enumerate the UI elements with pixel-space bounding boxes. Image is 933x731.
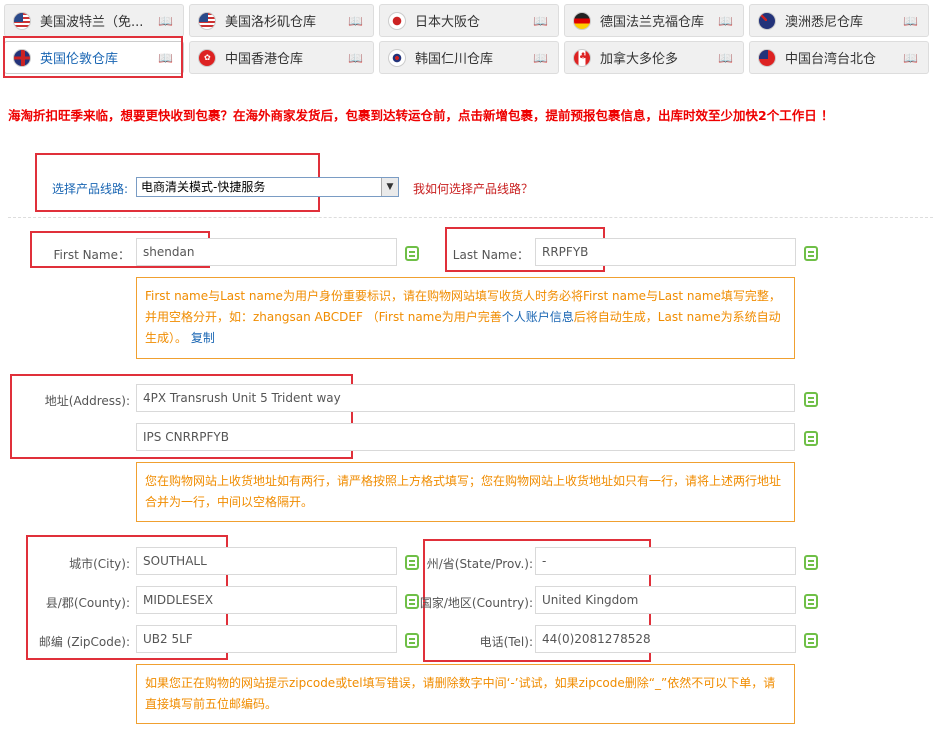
tab-us-portland[interactable]: 美国波特兰（免... 📖 — [4, 4, 184, 37]
state-field[interactable]: - — [535, 547, 796, 575]
tab-ca-toronto[interactable]: ♣ 加拿大多伦多 📖 — [564, 41, 744, 74]
tab-jp-osaka[interactable]: 日本大阪仓 📖 — [379, 4, 559, 37]
address-line1-field[interactable]: 4PX Transrush Unit 5 Trident way — [136, 384, 795, 412]
book-icon[interactable]: 📖 — [718, 51, 733, 65]
zip-tip: 如果您正在购物的网站提示zipcode或tel填写错误，请删除数字中间‘-’试试… — [136, 664, 795, 724]
first-name-label: First Name： — [53, 248, 130, 262]
route-label: 选择产品线路: — [52, 182, 129, 196]
zip-field[interactable]: UB2 5LF — [136, 625, 397, 653]
copy-icon[interactable] — [405, 246, 419, 261]
city-field[interactable]: SOUTHALL — [136, 547, 397, 575]
tab-label: 韩国仁川仓库 — [415, 52, 494, 67]
book-icon[interactable]: 📖 — [903, 51, 918, 65]
de-flag-icon — [573, 11, 591, 30]
address-tip: 您在购物网站上收货地址如有两行，请严格按照上方格式填写；您在购物网站上收货地址如… — [136, 462, 795, 522]
ca-flag-icon: ♣ — [573, 48, 591, 67]
tab-label: 中国台湾台北仓 — [785, 52, 877, 67]
tel-label: 电话(Tel): — [479, 635, 533, 649]
au-flag-icon — [758, 11, 776, 30]
tab-tw-taipei[interactable]: 中国台湾台北仓 📖 — [749, 41, 929, 74]
copy-icon[interactable] — [804, 431, 818, 446]
tab-hk[interactable]: ✿ 中国香港仓库 📖 — [189, 41, 374, 74]
book-icon[interactable]: 📖 — [903, 14, 918, 28]
address-line2-field[interactable]: IPS CNRRPFYB — [136, 423, 795, 451]
tab-us-los-angeles[interactable]: 美国洛杉矶仓库 📖 — [189, 4, 374, 37]
country-label: 国家/地区(Country): — [419, 596, 533, 610]
book-icon[interactable]: 📖 — [718, 14, 733, 28]
last-name-field[interactable]: RRPFYB — [535, 238, 796, 266]
book-icon[interactable]: 📖 — [348, 14, 363, 28]
address-label: 地址(Address): — [44, 394, 130, 408]
route-select-value: 电商清关模式-快捷服务 — [141, 180, 266, 194]
country-field[interactable]: United Kingdom — [535, 586, 796, 614]
promo-notice: 海淘折扣旺季来临，想要更快收到包裹？在海外商家发货后，包裹到达转运仓前，点击新增… — [8, 108, 834, 123]
chevron-down-icon[interactable]: ▼ — [381, 178, 398, 196]
route-select[interactable]: 电商清关模式-快捷服务 ▼ — [136, 177, 399, 197]
first-name-field[interactable]: shendan — [136, 238, 397, 266]
tab-kr-incheon[interactable]: 韩国仁川仓库 📖 — [379, 41, 559, 74]
copy-icon[interactable] — [405, 594, 419, 609]
copy-icon[interactable] — [405, 633, 419, 648]
hk-flag-icon: ✿ — [198, 48, 216, 67]
route-help-link[interactable]: 我如何选择产品线路？ — [413, 180, 533, 197]
account-info-link[interactable]: 个人账户信息 — [502, 310, 574, 324]
tw-flag-icon — [758, 48, 776, 67]
kr-flag-icon — [388, 48, 406, 67]
tab-label: 加拿大多伦多 — [600, 52, 679, 67]
county-field[interactable]: MIDDLESEX — [136, 586, 397, 614]
book-icon[interactable]: 📖 — [533, 51, 548, 65]
copy-icon[interactable] — [804, 392, 818, 407]
book-icon[interactable]: 📖 — [348, 51, 363, 65]
copy-icon[interactable] — [804, 594, 818, 609]
copy-link[interactable]: 复制 — [191, 331, 215, 345]
copy-icon[interactable] — [405, 555, 419, 570]
name-tip: First name与Last name为用户身份重要标识，请在购物网站填写收货… — [136, 277, 795, 359]
copy-icon[interactable] — [804, 555, 818, 570]
us-flag-icon — [198, 11, 216, 30]
city-label: 城市(City): — [69, 557, 130, 571]
county-label: 县/郡(County): — [45, 596, 130, 610]
book-icon[interactable]: 📖 — [533, 14, 548, 28]
tab-label: 中国香港仓库 — [225, 52, 304, 67]
tab-label: 德国法兰克福仓库 — [600, 15, 705, 30]
tab-label: 澳洲悉尼仓库 — [785, 15, 864, 30]
tab-de-frankfurt[interactable]: 德国法兰克福仓库 📖 — [564, 4, 744, 37]
last-name-label: Last Name： — [452, 248, 529, 262]
jp-flag-icon — [388, 11, 406, 30]
tab-label: 日本大阪仓 — [415, 15, 481, 30]
tab-label: 美国波特兰（免... — [40, 15, 144, 30]
highlight-gb-tab — [3, 36, 183, 78]
copy-icon[interactable] — [804, 633, 818, 648]
copy-icon[interactable] — [804, 246, 818, 261]
tab-label: 美国洛杉矶仓库 — [225, 15, 317, 30]
book-icon[interactable]: 📖 — [158, 14, 173, 28]
tel-field[interactable]: 44(0)2081278528 — [535, 625, 796, 653]
us-flag-icon — [13, 11, 31, 30]
zip-label: 邮编 (ZipCode): — [38, 635, 130, 649]
tab-au-sydney[interactable]: 澳洲悉尼仓库 📖 — [749, 4, 929, 37]
state-label: 州/省(State/Prov.): — [426, 557, 533, 571]
divider — [8, 217, 933, 218]
